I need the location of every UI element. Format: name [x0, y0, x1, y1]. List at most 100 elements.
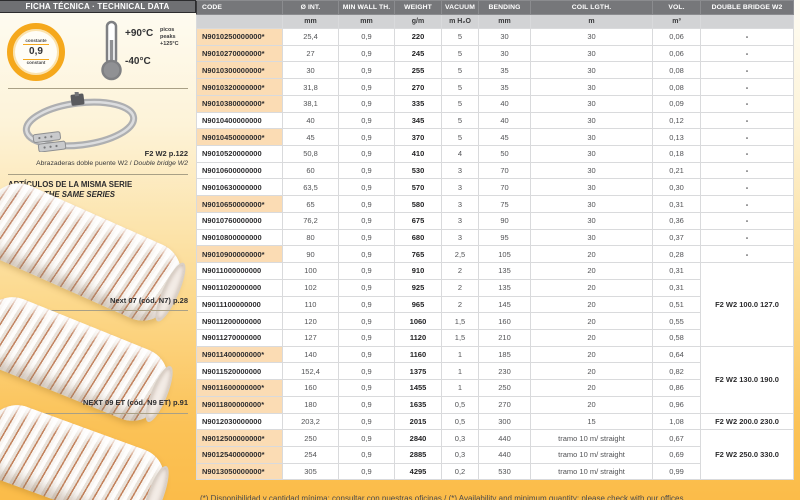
value-cell: 0,58 [653, 329, 701, 346]
table-row: N9010250000000*25,40,9220530300,06- [197, 29, 794, 46]
value-cell: 765 [395, 246, 442, 263]
value-cell: 30 [531, 212, 653, 229]
badge-label-es: constante [25, 39, 46, 44]
value-cell: tramo 10 m/ straight [531, 430, 653, 447]
value-cell: 127 [283, 329, 339, 346]
value-cell: 530 [479, 463, 531, 480]
value-cell: 250 [479, 380, 531, 397]
value-cell: 965 [395, 296, 442, 313]
value-cell: 30 [531, 129, 653, 146]
code-cell: N9010900000000* [197, 246, 283, 263]
col-unit-5: mm [479, 15, 531, 29]
value-cell: 20 [531, 313, 653, 330]
value-cell: 120 [283, 313, 339, 330]
value-cell: 0,9 [339, 179, 395, 196]
col-unit-8 [701, 15, 794, 29]
value-cell: 910 [395, 263, 442, 280]
value-cell: 0,21 [653, 162, 701, 179]
double-bridge-cell: - [701, 146, 794, 163]
value-cell: 4295 [395, 463, 442, 480]
value-cell: 30 [531, 29, 653, 46]
value-cell: 152,4 [283, 363, 339, 380]
value-cell: 0,9 [339, 95, 395, 112]
value-cell: 2015 [395, 413, 442, 430]
code-cell: N9011520000000 [197, 363, 283, 380]
value-cell: 0,31 [653, 279, 701, 296]
value-cell: 5 [442, 62, 479, 79]
clamp-caption: Abrazaderas doble puente W2 / Double bri… [0, 160, 188, 167]
table-row: N9010800000000800,9680395300,37- [197, 229, 794, 246]
value-cell: 20 [531, 329, 653, 346]
value-cell: 15 [531, 413, 653, 430]
code-cell: N9010300000000* [197, 62, 283, 79]
table-row: N901052000000050,80,9410450300,18- [197, 146, 794, 163]
value-cell: 300 [479, 413, 531, 430]
table-row: N9010600000000600,9530370300,21- [197, 162, 794, 179]
col-header-1: Ø INT. [283, 1, 339, 15]
badge-value: 0,9 [29, 47, 43, 57]
value-cell: 76,2 [283, 212, 339, 229]
col-unit-0 [197, 15, 283, 29]
code-cell: N9010320000000* [197, 79, 283, 96]
sidebar: FICHA TÉCNICA · TECHNICAL DATA constante… [0, 0, 196, 500]
value-cell: 0,12 [653, 112, 701, 129]
table-row: N9010450000000*450,9370545300,13- [197, 129, 794, 146]
value-cell: 20 [531, 263, 653, 280]
value-cell: 1 [442, 380, 479, 397]
code-cell: N9010400000000 [197, 112, 283, 129]
value-cell: 305 [283, 463, 339, 480]
value-cell: 140 [283, 346, 339, 363]
hose-label-next09et: NEXT 09 ET (cód. N9 ET) p.91 [8, 398, 188, 407]
value-cell: 0,28 [653, 246, 701, 263]
value-cell: 20 [531, 380, 653, 397]
value-cell: 40 [479, 112, 531, 129]
code-cell: N9013050000000* [197, 463, 283, 480]
value-cell: 1,5 [442, 329, 479, 346]
value-cell: 0,9 [339, 413, 395, 430]
value-cell: 40 [479, 95, 531, 112]
value-cell: 35 [479, 62, 531, 79]
value-cell: 0,08 [653, 79, 701, 96]
value-cell: 4 [442, 146, 479, 163]
table-row: N9010400000000400,9345540300,12- [197, 112, 794, 129]
temp-max-label: +90°C [125, 28, 153, 39]
value-cell: 0,09 [653, 95, 701, 112]
value-cell: 0,9 [339, 263, 395, 280]
double-bridge-cell: - [701, 95, 794, 112]
value-cell: 0,51 [653, 296, 701, 313]
value-cell: 0,9 [339, 129, 395, 146]
value-cell: 70 [479, 162, 531, 179]
value-cell: 0,3 [442, 446, 479, 463]
value-cell: 30 [531, 95, 653, 112]
value-cell: 0,9 [339, 463, 395, 480]
value-cell: 63,5 [283, 179, 339, 196]
page-title: FICHA TÉCNICA · TECHNICAL DATA [0, 0, 196, 13]
constant-0-9-badge: constante 0,9 constant [7, 23, 65, 81]
value-cell: 30 [531, 45, 653, 62]
value-cell: 0,9 [339, 79, 395, 96]
double-bridge-cell: - [701, 229, 794, 246]
code-cell: N9011800000000* [197, 396, 283, 413]
value-cell: 27 [283, 45, 339, 62]
code-cell: N9012540000000* [197, 446, 283, 463]
value-cell: 0,06 [653, 45, 701, 62]
value-cell: 0,9 [339, 212, 395, 229]
value-cell: 30 [479, 29, 531, 46]
code-cell: N9011270000000 [197, 329, 283, 346]
catalog-page: { "sidebar": { "header_title": "FICHA TÉ… [0, 0, 800, 500]
value-cell: 370 [395, 129, 442, 146]
clamp-page-ref: F2 W2 p.122 [8, 149, 188, 158]
double-bridge-cell: - [701, 112, 794, 129]
table-row: N9010650000000*650,9580375300,31- [197, 196, 794, 213]
code-cell: N9010250000000* [197, 29, 283, 46]
double-bridge-cell: - [701, 45, 794, 62]
value-cell: 3 [442, 162, 479, 179]
value-cell: 20 [531, 396, 653, 413]
value-cell: 0,9 [339, 446, 395, 463]
table-row: N901063000000063,50,9570370300,30- [197, 179, 794, 196]
value-cell: 2840 [395, 430, 442, 447]
value-cell: 75 [479, 196, 531, 213]
value-cell: 80 [283, 229, 339, 246]
value-cell: 2 [442, 279, 479, 296]
value-cell: 0,9 [339, 196, 395, 213]
